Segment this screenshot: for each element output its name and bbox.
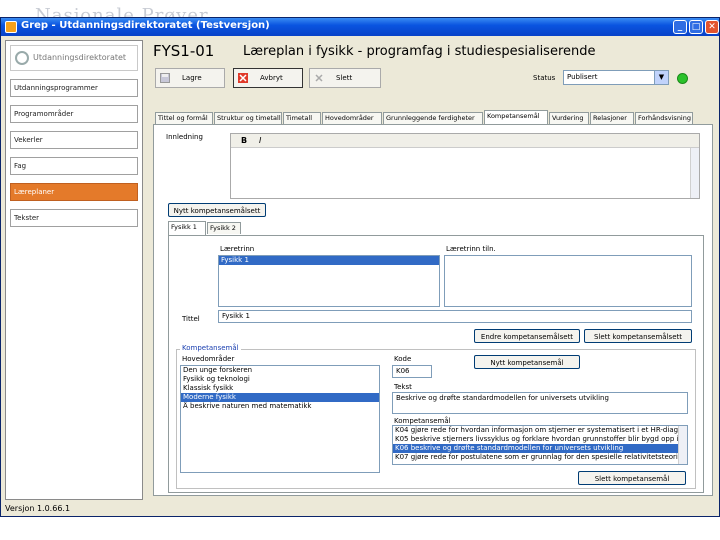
sidebar-item-tekster[interactable]: Tekster: [10, 209, 138, 227]
delete-competence-set-button[interactable]: Slett kompetansemålsett: [584, 329, 692, 343]
laertrinn-list[interactable]: Fysikk 1: [218, 255, 440, 307]
save-icon: [160, 73, 170, 83]
maximize-icon[interactable]: □: [689, 20, 703, 34]
tab-panel: Innledning B I Nytt kompetansemålsett Fy…: [153, 124, 713, 496]
tab-struktur-og-timetall[interactable]: Struktur og timetall: [214, 112, 282, 124]
sidebar-item-programomrader[interactable]: Programområder: [10, 105, 138, 123]
hovedomrader-list[interactable]: Den unge forskeren Fysikk og teknologi K…: [180, 365, 380, 473]
tab-kompetansemal[interactable]: Kompetansemål: [484, 110, 548, 124]
laertrinn-right-label: Læretrinn tiln.: [446, 245, 496, 253]
tekst-input[interactable]: Beskrive og drøfte standardmodellen for …: [392, 392, 688, 414]
nav-logo: Utdanningsdirektoratet: [10, 45, 138, 71]
tittel-input[interactable]: Fysikk 1: [218, 310, 692, 323]
list-item[interactable]: Fysikk 1: [219, 256, 439, 265]
new-competence-goal-button[interactable]: Nytt kompetansemål: [474, 355, 580, 369]
cancel-icon: [238, 73, 248, 83]
laertrinn-label: Læretrinn: [220, 245, 255, 253]
cancel-button-label: Avbryt: [260, 74, 283, 82]
list-item[interactable]: Den unge forskeren: [181, 366, 379, 375]
sidebar-item-vekerler[interactable]: Vekerler: [10, 131, 138, 149]
list-item[interactable]: Å beskrive naturen med matematikk: [181, 402, 379, 411]
kompetansemal-list-label: Kompetansemål: [394, 417, 451, 425]
title-bar[interactable]: Grep - Utdanningsdirektoratet (Testversj…: [1, 18, 719, 36]
page-title: Læreplan i fysikk - programfag i studies…: [243, 44, 596, 59]
hovedomrader-label: Hovedområder: [182, 355, 235, 363]
tab-grunnleggende-ferdigheter[interactable]: Grunnleggende ferdigheter: [383, 112, 483, 124]
kode-label: Kode: [394, 355, 412, 363]
laertrinn-right-list[interactable]: [444, 255, 692, 307]
app-icon: [5, 21, 17, 33]
tittel-label: Tittel: [182, 315, 200, 323]
save-button-label: Lagre: [182, 74, 202, 82]
minimize-icon[interactable]: _: [673, 20, 687, 34]
sidebar: Utdanningsdirektoratet Utdanningsprogram…: [5, 40, 143, 500]
innledning-label: Innledning: [166, 133, 203, 141]
tab-timetall[interactable]: Timetall: [283, 112, 321, 124]
main-area: FYS1-01 Læreplan i fysikk - programfag i…: [147, 40, 715, 500]
delete-button[interactable]: Slett: [309, 68, 381, 88]
cancel-button[interactable]: Avbryt: [233, 68, 303, 88]
sidebar-item-laereplaner[interactable]: Læreplaner: [10, 183, 138, 201]
kode-input[interactable]: K06: [392, 365, 432, 378]
list-item[interactable]: K05 beskrive stjerners livssyklus og for…: [393, 435, 687, 444]
delete-competence-goal-button[interactable]: Slett kompetansemål: [578, 471, 686, 485]
status-value: Publisert: [567, 73, 598, 81]
list-item[interactable]: K04 gjøre rede for hvordan informasjon o…: [393, 426, 687, 435]
subtab-fysikk-2[interactable]: Fysikk 2: [207, 222, 241, 234]
delete-button-label: Slett: [336, 74, 353, 82]
delete-icon: [315, 74, 323, 82]
kompetansemal-scrollbar[interactable]: [678, 426, 687, 464]
edit-competence-set-button[interactable]: Endre kompetansemålsett: [474, 329, 580, 343]
tekst-label: Tekst: [394, 383, 412, 391]
tab-tittel-og-formal[interactable]: Tittel og formål: [155, 112, 213, 124]
tab-relasjoner[interactable]: Relasjoner: [590, 112, 634, 124]
bold-icon[interactable]: B: [241, 136, 247, 145]
subtab-fysikk-1[interactable]: Fysikk 1: [168, 221, 206, 235]
kompetansemal-list[interactable]: K04 gjøre rede for hvordan informasjon o…: [392, 425, 688, 465]
status-label: Status: [533, 74, 556, 82]
sidebar-item-utdanningsprogrammer[interactable]: Utdanningsprogrammer: [10, 79, 138, 97]
nav-logo-text: Utdanningsdirektoratet: [33, 53, 127, 62]
tab-hovedomrader[interactable]: Hovedområder: [322, 112, 382, 124]
kompetansemal-group-label: Kompetansemål: [180, 344, 241, 352]
tab-vurdering[interactable]: Vurdering: [549, 112, 589, 124]
save-button[interactable]: Lagre: [155, 68, 225, 88]
innledning-editor[interactable]: B I: [230, 133, 700, 199]
tab-forhandsvisning[interactable]: Forhåndsvisning: [635, 112, 693, 124]
status-select[interactable]: Publisert ▼: [563, 70, 669, 85]
new-competence-set-button[interactable]: Nytt kompetansemålsett: [168, 203, 266, 217]
italic-icon[interactable]: I: [259, 136, 261, 145]
app-window: Grep - Utdanningsdirektoratet (Testversj…: [0, 17, 720, 517]
logo-icon: [15, 51, 29, 65]
editor-scrollbar[interactable]: [690, 148, 699, 198]
list-item[interactable]: Fysikk og teknologi: [181, 375, 379, 384]
bottom-strip: [0, 517, 720, 540]
list-item[interactable]: Moderne fysikk: [181, 393, 379, 402]
editor-toolbar: B I: [231, 134, 699, 148]
status-indicator-icon: [677, 73, 688, 84]
list-item[interactable]: K07 gjøre rede for postulatene som er gr…: [393, 453, 687, 462]
chevron-down-icon[interactable]: ▼: [654, 71, 668, 84]
window-title: Grep - Utdanningsdirektoratet (Testversj…: [21, 20, 270, 31]
close-icon[interactable]: ✕: [705, 20, 719, 34]
sidebar-item-fag[interactable]: Fag: [10, 157, 138, 175]
version-text: Versjon 1.0.66.1: [5, 504, 71, 513]
course-code: FYS1-01: [153, 42, 215, 60]
list-item[interactable]: Klassisk fysikk: [181, 384, 379, 393]
list-item[interactable]: K06 beskrive og drøfte standardmodellen …: [393, 444, 687, 453]
